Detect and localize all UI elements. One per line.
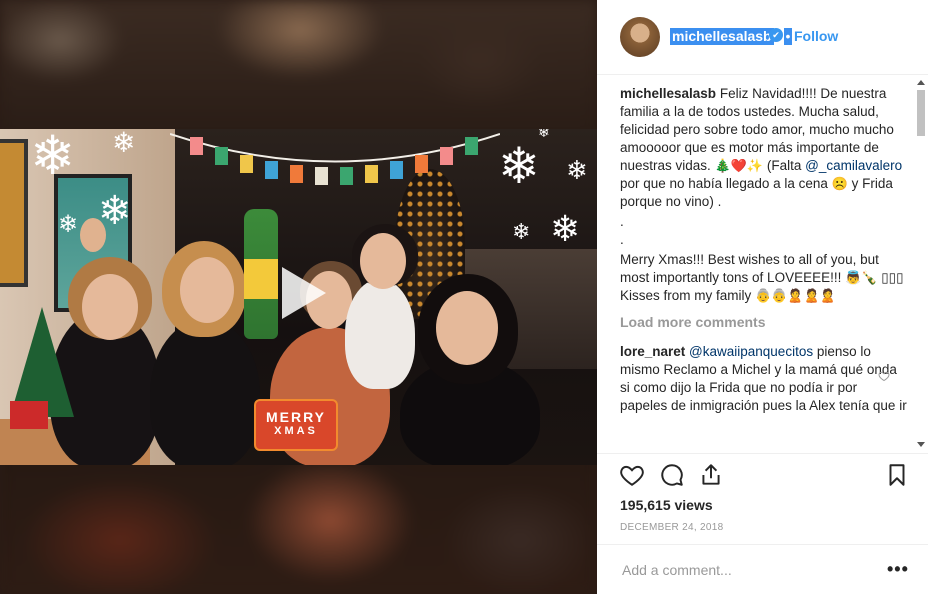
caption-text: Kisses from my family (620, 288, 756, 303)
bookmark-icon[interactable] (884, 462, 910, 488)
snowflake-icon: ❄ (512, 219, 531, 244)
avatar[interactable] (620, 17, 660, 57)
comment-item: lore_naret @kawaiipanquecitos pienso lo … (620, 343, 908, 415)
scroll-thumb[interactable] (917, 90, 925, 136)
frown-emoji: ☹️ (831, 176, 848, 191)
caption-text: Merry Xmas!!! Best wishes to all of you,… (620, 252, 879, 285)
person-4-face (360, 233, 406, 289)
snowflake-icon: ❄ (98, 189, 132, 233)
family-emoji: 👵👵🙎🙎🙎 (755, 288, 836, 303)
tree-heart-sparkle-emoji: 🎄❤️✨ (714, 158, 764, 173)
gift-sticker (10, 401, 48, 429)
comment-icon[interactable] (659, 462, 685, 488)
person-1-face (82, 274, 138, 340)
person-2 (150, 319, 260, 465)
post-side-panel: michellesalasb ✔ • Follow michellesalasb… (597, 0, 928, 594)
follow-button[interactable]: Follow (794, 28, 838, 45)
verified-badge-icon: ✔ (769, 28, 783, 42)
comment-mention[interactable]: @kawaiipanquecitos (689, 344, 813, 359)
add-comment-bar: ••• (597, 544, 928, 595)
caption-text: por que no había llegado a la cena (620, 176, 832, 191)
snowflake-icon: ❄ (538, 129, 550, 140)
post-header: michellesalasb ✔ • Follow (597, 0, 928, 75)
snowflake-icon: ❄ (58, 211, 79, 238)
wall-painting-edge (0, 139, 28, 287)
snowflake-icon: ❄ (550, 208, 581, 249)
header-username[interactable]: michellesalasb (670, 28, 774, 45)
post-media[interactable]: ❄ ❄ ❄ ❄ ❄ ❄ ❄ ❄ ❄ MERRY XMAS (0, 0, 597, 594)
caption-username[interactable]: michellesalasb (620, 86, 716, 101)
caption-mention[interactable]: @_camilavalero (805, 158, 902, 173)
comments-scrollbar[interactable] (915, 78, 927, 452)
play-icon[interactable] (270, 263, 330, 323)
person-5-face (436, 291, 498, 365)
caption-dot: . (620, 214, 624, 229)
comment-username[interactable]: lore_naret (620, 344, 685, 359)
caption-dot: . (620, 232, 624, 247)
add-comment-input[interactable] (620, 561, 864, 579)
caption-text: (Falta (763, 158, 806, 173)
separator-dot: • (784, 28, 792, 45)
share-icon[interactable] (698, 462, 724, 488)
person-4 (345, 279, 415, 389)
caption-paragraph: Merry Xmas!!! Best wishes to all of you,… (620, 251, 908, 305)
merry-xmas-line2: XMAS (274, 425, 318, 437)
action-bar (597, 453, 928, 496)
garland-sticker (170, 133, 500, 185)
scroll-up-arrow-icon[interactable] (917, 80, 925, 85)
caption: michellesalasb Feliz Navidad!!!! De nues… (620, 85, 908, 305)
like-comment-heart-icon[interactable] (878, 370, 890, 382)
load-more-comments-button[interactable]: Load more comments (620, 313, 908, 331)
merry-xmas-sticker: MERRY XMAS (254, 399, 338, 451)
scroll-down-arrow-icon[interactable] (917, 442, 925, 447)
snowflake-icon: ❄ (498, 138, 540, 194)
snowflake-icon: ❄ (112, 129, 136, 158)
snowflake-icon: ❄ (566, 155, 588, 185)
post-date[interactable]: DECEMBER 24, 2018 (620, 522, 723, 533)
angel-bottle-emoji: 👼🍾 (845, 270, 878, 285)
person-2-face (180, 257, 234, 323)
more-options-icon[interactable]: ••• (887, 559, 909, 580)
missing-glyph-boxes: ▯▯▯ (881, 270, 904, 285)
views-count[interactable]: 195,615 views (620, 497, 713, 513)
merry-xmas-line1: MERRY (265, 409, 327, 425)
video-frame[interactable]: ❄ ❄ ❄ ❄ ❄ ❄ ❄ ❄ ❄ MERRY XMAS (0, 129, 597, 465)
comments-list[interactable]: michellesalasb Feliz Navidad!!!! De nues… (620, 85, 908, 447)
snowflake-icon: ❄ (30, 129, 76, 186)
heart-icon[interactable] (619, 462, 645, 488)
